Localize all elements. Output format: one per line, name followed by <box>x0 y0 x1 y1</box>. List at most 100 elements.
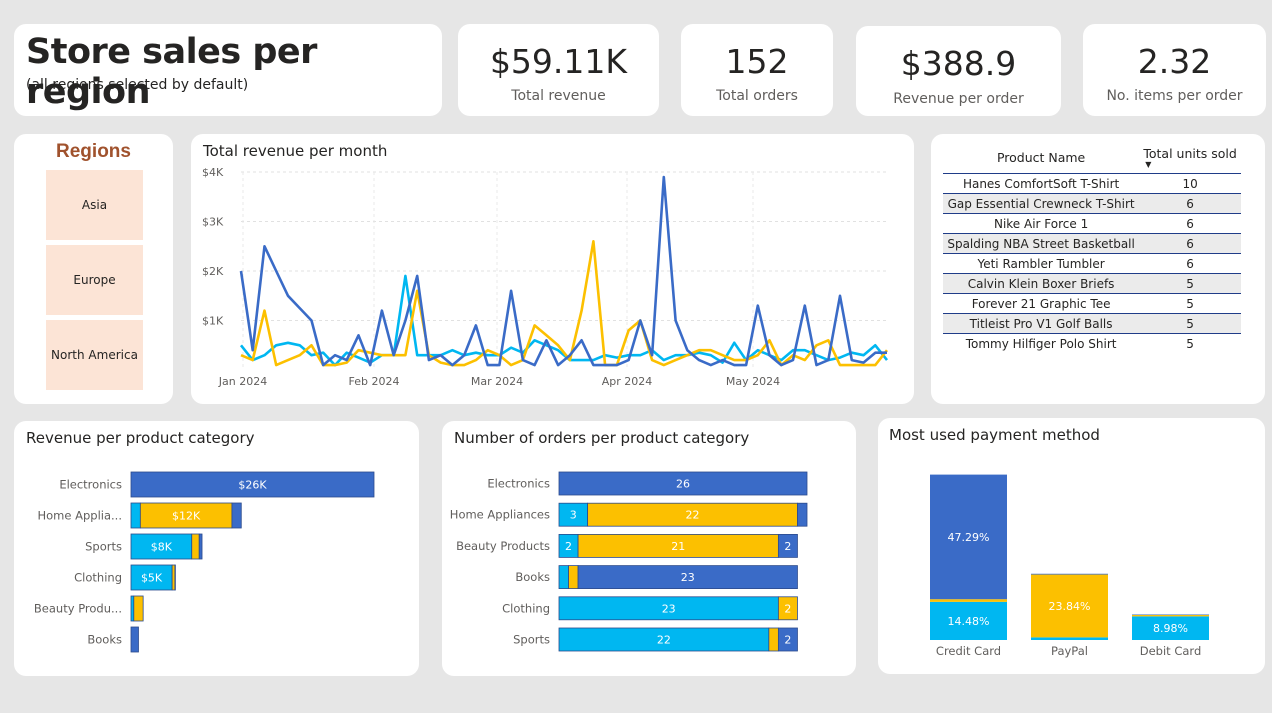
bar-segment[interactable] <box>797 502 808 527</box>
category-label: Beauty Produ... <box>34 602 122 616</box>
kpi-label: Total revenue <box>511 88 606 104</box>
bar-segment[interactable] <box>130 595 135 622</box>
kpi-label: No. items per order <box>1106 88 1243 104</box>
page-title: Store sales per region <box>26 32 317 112</box>
units-sold-cell: 6 <box>1139 213 1241 234</box>
bar-segment[interactable] <box>191 533 200 560</box>
bar-segment[interactable] <box>130 502 141 529</box>
bar-segment[interactable] <box>231 502 242 529</box>
column-header-product-name[interactable]: Product Name <box>943 144 1140 174</box>
kpi-label: Total orders <box>716 88 798 104</box>
bar-segment[interactable] <box>768 627 779 652</box>
product-name-cell: Tommy Hilfiger Polo Shirt <box>965 336 1117 351</box>
category-label: Debit Card <box>1140 644 1202 658</box>
region-button-europe[interactable]: Europe <box>46 245 143 315</box>
top-products-table: Product Name Total units sold ▼ Hanes Com… <box>943 144 1241 354</box>
column-header-units-sold[interactable]: Total units sold ▼ <box>1139 144 1241 174</box>
data-label: 2 <box>565 540 572 553</box>
data-label: 47.29% <box>948 531 990 544</box>
y-tick-label: $4K <box>202 166 224 179</box>
category-label: Clothing <box>74 571 122 585</box>
table-row[interactable]: Titleist Pro V1 Golf Balls 5 <box>943 313 1241 334</box>
kpi-items-per-order: 2.32 No. items per order <box>1083 24 1266 116</box>
revenue-category-chart[interactable]: Electronics $26K Home Applia... $12K Sports $… <box>14 421 419 676</box>
x-tick-label: Mar 2024 <box>471 375 523 388</box>
data-label: 14.48% <box>948 615 990 628</box>
units-sold-cell: 5 <box>1139 273 1241 294</box>
data-label: 8.98% <box>1153 622 1188 635</box>
product-name-cell: Gap Essential Crewneck T-Shirt <box>943 193 1140 214</box>
top-products-card: Product Name Total units sold ▼ Hanes Com… <box>931 134 1265 404</box>
revenue-per-category-card: Revenue per product category Electronics… <box>14 421 419 676</box>
table-row[interactable]: Hanes ComfortSoft T-Shirt 10 <box>943 173 1241 194</box>
x-tick-label: May 2024 <box>726 375 780 388</box>
bar-segment[interactable] <box>558 565 569 590</box>
kpi-value: $59.11K <box>489 42 628 81</box>
revenue-line-chart[interactable]: $1K $2K $3K $4K Jan 2024 Feb 2024 Mar 2024 Apr … <box>191 134 914 404</box>
bar-segment[interactable] <box>568 565 579 590</box>
bar-segment[interactable] <box>1031 573 1108 575</box>
category-label: Clothing <box>502 601 550 615</box>
bar-segment[interactable] <box>133 595 144 622</box>
bar-segment[interactable] <box>130 626 139 653</box>
kpi-value: 2.32 <box>1137 42 1212 81</box>
line-series[interactable] <box>240 240 889 367</box>
page-subtitle: (all regions selected by default) <box>26 77 249 93</box>
product-name-cell: Hanes ComfortSoft T-Shirt <box>943 173 1140 194</box>
category-label: Books <box>87 633 122 647</box>
category-label: Books <box>515 570 550 584</box>
units-sold-cell: 6 <box>1139 193 1241 214</box>
bar-segment[interactable] <box>1031 637 1108 640</box>
kpi-label: Revenue per order <box>893 91 1024 107</box>
header-card: Store sales per region (all regions sele… <box>14 24 442 116</box>
column-header-label: Total units sold <box>1143 146 1237 161</box>
x-tick-label: Jan 2024 <box>218 375 267 388</box>
slicer-title: Regions <box>56 141 131 162</box>
bar-segment[interactable] <box>1132 614 1209 616</box>
bar-segment[interactable] <box>930 599 1007 602</box>
data-label: 2 <box>784 602 791 615</box>
table-row[interactable]: Tommy Hilfiger Polo Shirt 5 <box>943 334 1241 354</box>
units-sold-cell: 5 <box>1139 293 1241 314</box>
category-label: PayPal <box>1051 644 1088 658</box>
table-row[interactable]: Forever 21 Graphic Tee 5 <box>943 293 1241 314</box>
kpi-value: 152 <box>725 42 789 81</box>
region-button-asia[interactable]: Asia <box>46 170 143 240</box>
units-sold-cell: 10 <box>1139 173 1241 194</box>
units-sold-cell: 6 <box>1139 253 1241 274</box>
table-row[interactable]: Spalding NBA Street Basketball 6 <box>943 233 1241 254</box>
data-label: 22 <box>686 509 700 522</box>
category-label: Sports <box>85 540 122 554</box>
product-name-cell: Calvin Klein Boxer Briefs <box>943 273 1140 294</box>
revenue-per-month-card: Total revenue per month $1K $2K $3K $4K Jan … <box>191 134 914 404</box>
table-row[interactable]: Calvin Klein Boxer Briefs 5 <box>943 273 1241 294</box>
kpi-revenue-per-order: $388.9 Revenue per order <box>856 26 1061 116</box>
units-sold-cell: 6 <box>1139 233 1241 254</box>
table-row[interactable]: Nike Air Force 16 <box>943 213 1241 234</box>
bar-segment[interactable] <box>171 564 176 591</box>
orders-per-category-card: Number of orders per product category El… <box>442 421 856 676</box>
data-label: 23.84% <box>1049 600 1091 613</box>
data-label: $5K <box>141 572 163 585</box>
data-label: 23 <box>662 602 676 615</box>
region-button-north-america[interactable]: North America <box>46 320 143 390</box>
regions-slicer: Regions Asia Europe North America <box>14 134 173 404</box>
y-tick-label: $2K <box>202 265 224 278</box>
table-row[interactable]: Gap Essential Crewneck T-Shirt 6 <box>943 193 1241 214</box>
payment-method-chart[interactable]: 14.48% 47.29% Credit Card 23.84% PayPal 8.98%… <box>878 418 1265 674</box>
category-label: Home Appliances <box>450 508 550 522</box>
units-sold-cell: 5 <box>1186 336 1194 351</box>
data-label: 22 <box>657 634 671 647</box>
category-label: Electronics <box>59 478 122 492</box>
category-label: Beauty Products <box>456 539 550 553</box>
table-row[interactable]: Yeti Rambler Tumbler 6 <box>943 253 1241 274</box>
data-label: $26K <box>238 479 267 492</box>
product-name-cell: Spalding NBA Street Basketball <box>943 233 1140 254</box>
data-label: 3 <box>570 509 577 522</box>
category-label: Sports <box>513 633 550 647</box>
product-name-cell: Forever 21 Graphic Tee <box>943 293 1140 314</box>
bar-segment[interactable] <box>1132 615 1209 617</box>
payment-method-card: Most used payment method 14.48% 47.29% Cre… <box>878 418 1265 674</box>
orders-category-chart[interactable]: Electronics 26Home Appliances 3 22Beauty Pr… <box>442 421 856 676</box>
bar-segment[interactable] <box>198 533 203 560</box>
